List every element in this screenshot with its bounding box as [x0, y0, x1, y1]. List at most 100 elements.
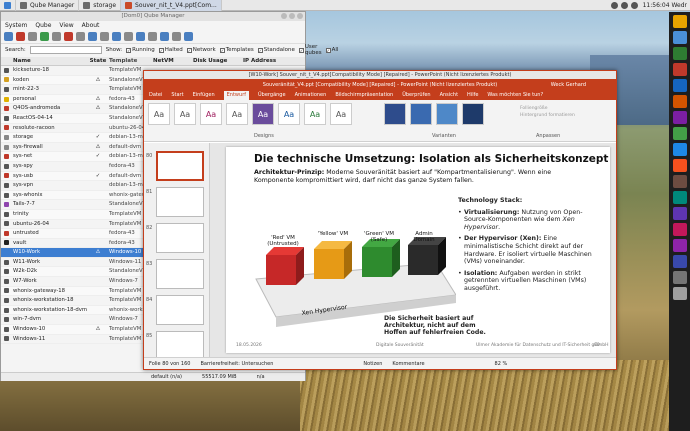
filter-halted[interactable]: ✓ Halted — [158, 47, 183, 53]
dock-app-icon[interactable] — [672, 239, 687, 252]
slide-size-button[interactable]: Folliengröße — [520, 106, 580, 111]
dock-app-icon[interactable] — [672, 127, 687, 140]
dock-app-icon[interactable] — [672, 255, 687, 268]
dock-app-icon[interactable] — [672, 207, 687, 220]
clock[interactable]: 11:56:04 Wedr — [643, 2, 687, 9]
tab-uebergaenge[interactable]: Übergänge — [258, 91, 286, 100]
pause-qube-icon[interactable] — [52, 32, 61, 41]
menu-qube[interactable]: Qube — [35, 21, 51, 30]
format-background-button[interactable]: Hintergrund formatieren — [520, 113, 580, 118]
column-state[interactable]: State — [87, 57, 109, 65]
clone-qube-icon[interactable] — [28, 32, 37, 41]
qube-window-title[interactable]: [W10-Work] Souver_nit_t_V4.ppt[Compatibi… — [144, 71, 616, 79]
technology-stack-list[interactable]: Technology Stack: Virtualisierung: Nutzu… — [458, 197, 598, 297]
slide-thumbnail[interactable] — [156, 151, 204, 181]
firewall-icon[interactable] — [100, 32, 109, 41]
column-ip-address[interactable]: IP Address — [243, 57, 295, 65]
network-icon[interactable] — [610, 2, 618, 9]
dock-app-icon[interactable] — [672, 79, 687, 92]
search-input[interactable] — [29, 46, 102, 54]
slide-architecture-text[interactable]: Architektur-Prinzip: Moderne Souveränitä… — [254, 169, 554, 185]
powerpoint-title-bar[interactable]: Souveränität_V4.ppt [Compatibility Mode]… — [144, 79, 616, 91]
slide-thumbnail[interactable] — [156, 259, 204, 289]
column-netvm[interactable]: NetVM — [153, 57, 193, 65]
shutdown-qube-icon[interactable] — [64, 32, 73, 41]
design-theme-thumbnail[interactable]: Aa — [200, 103, 222, 125]
restart-qube-icon[interactable] — [76, 32, 85, 41]
design-theme-thumbnail[interactable]: Aa — [174, 103, 196, 125]
filter-running[interactable]: ✓ Running — [126, 47, 155, 53]
slide-canvas[interactable]: Die technische Umsetzung: Isolation als … — [226, 147, 610, 353]
tab-bildschirmpraesentation[interactable]: Bildschirmpräsentation — [335, 91, 393, 100]
filter-all[interactable]: ✓ All — [325, 47, 338, 53]
dock-app-icon[interactable] — [672, 159, 687, 172]
filter-templates[interactable]: ✓ Templates — [219, 47, 254, 53]
menu-system[interactable]: System — [5, 21, 27, 30]
slide-thumbnail[interactable] — [156, 187, 204, 217]
user-name[interactable]: Weck Gerhard — [551, 79, 586, 91]
tab-entwurf[interactable]: Entwurf — [223, 91, 250, 100]
apps-icon[interactable] — [112, 32, 121, 41]
design-theme-thumbnail[interactable]: Aa — [148, 103, 170, 125]
taskbar-app-powerpoint[interactable]: Souver_nit_t_V4.ppt[Com... — [121, 0, 222, 11]
tab-ansicht[interactable]: Ansicht — [440, 91, 458, 100]
menu-about[interactable]: About — [82, 21, 100, 30]
update-icon[interactable] — [124, 32, 133, 41]
dock-app-icon[interactable] — [672, 63, 687, 76]
slide-caption[interactable]: Die Sicherheit basiert auf Architektur, … — [384, 315, 494, 337]
design-theme-thumbnail[interactable]: Aa — [330, 103, 352, 125]
start-qube-icon[interactable] — [40, 32, 49, 41]
filter-standalone[interactable]: ✓ Standalone — [257, 47, 295, 53]
tab-hilfe[interactable]: Hilfe — [467, 91, 478, 100]
notes-button[interactable]: Notizen — [363, 358, 382, 369]
filter-network[interactable]: ✓ Network — [186, 47, 216, 53]
dock-app-icon[interactable] — [672, 271, 687, 284]
slide-thumbnail[interactable] — [156, 295, 204, 325]
settings-icon[interactable] — [88, 32, 97, 41]
column-name[interactable]: Name — [11, 57, 87, 65]
dock-app-icon[interactable] — [672, 15, 687, 28]
slide-thumbnail[interactable] — [156, 223, 204, 253]
variant-thumbnail[interactable] — [462, 103, 484, 125]
dock-app-icon[interactable] — [672, 175, 687, 188]
design-theme-thumbnail[interactable]: Aa — [304, 103, 326, 125]
zoom-level[interactable]: 82 % — [495, 358, 508, 369]
taskbar-app-qube-manager[interactable]: Qube Manager — [16, 0, 80, 11]
tab-datei[interactable]: Datei — [149, 91, 162, 100]
refresh-icon[interactable] — [172, 32, 181, 41]
design-theme-thumbnail[interactable]: Aa — [252, 103, 274, 125]
create-qube-icon[interactable] — [4, 32, 13, 41]
design-theme-thumbnail[interactable]: Aa — [226, 103, 248, 125]
design-theme-thumbnail[interactable]: Aa — [278, 103, 300, 125]
taskbar-app-storage[interactable]: storage — [79, 0, 122, 11]
variant-thumbnail[interactable] — [410, 103, 432, 125]
tab-animationen[interactable]: Animationen — [295, 91, 327, 100]
battery-icon[interactable] — [630, 2, 638, 9]
filter-user-qubes[interactable]: ✓ User qubes — [298, 44, 322, 56]
taskbar-menu-button[interactable] — [0, 0, 16, 11]
backup-icon[interactable] — [136, 32, 145, 41]
tab-ueberpruefen[interactable]: Überprüfen — [402, 91, 430, 100]
tell-me-search[interactable]: Was möchten Sie tun? — [487, 91, 543, 100]
remove-qube-icon[interactable] — [16, 32, 25, 41]
column-disk-usage[interactable]: Disk Usage — [193, 57, 243, 65]
variant-thumbnail[interactable] — [384, 103, 406, 125]
variant-thumbnail[interactable] — [436, 103, 458, 125]
dock-app-icon[interactable] — [672, 95, 687, 108]
dock-app-icon[interactable] — [672, 143, 687, 156]
tab-einfuegen[interactable]: Einfügen — [193, 91, 215, 100]
menu-view[interactable]: View — [59, 21, 73, 30]
maximize-button[interactable] — [289, 13, 295, 19]
column-template[interactable]: Template — [109, 57, 153, 65]
dock-app-icon[interactable] — [672, 31, 687, 44]
slide-title[interactable]: Die technische Umsetzung: Isolation als … — [254, 153, 608, 165]
tab-start[interactable]: Start — [171, 91, 183, 100]
volume-icon[interactable] — [620, 2, 628, 9]
dock-app-icon[interactable] — [672, 111, 687, 124]
dock-app-icon[interactable] — [672, 191, 687, 204]
dock-app-icon[interactable] — [672, 287, 687, 300]
comments-button[interactable]: Kommentare — [392, 358, 424, 369]
accessibility-status[interactable]: Barrierefreiheit: Untersuchen — [200, 358, 273, 369]
dock-app-icon[interactable] — [672, 223, 687, 236]
dock-app-icon[interactable] — [672, 47, 687, 60]
